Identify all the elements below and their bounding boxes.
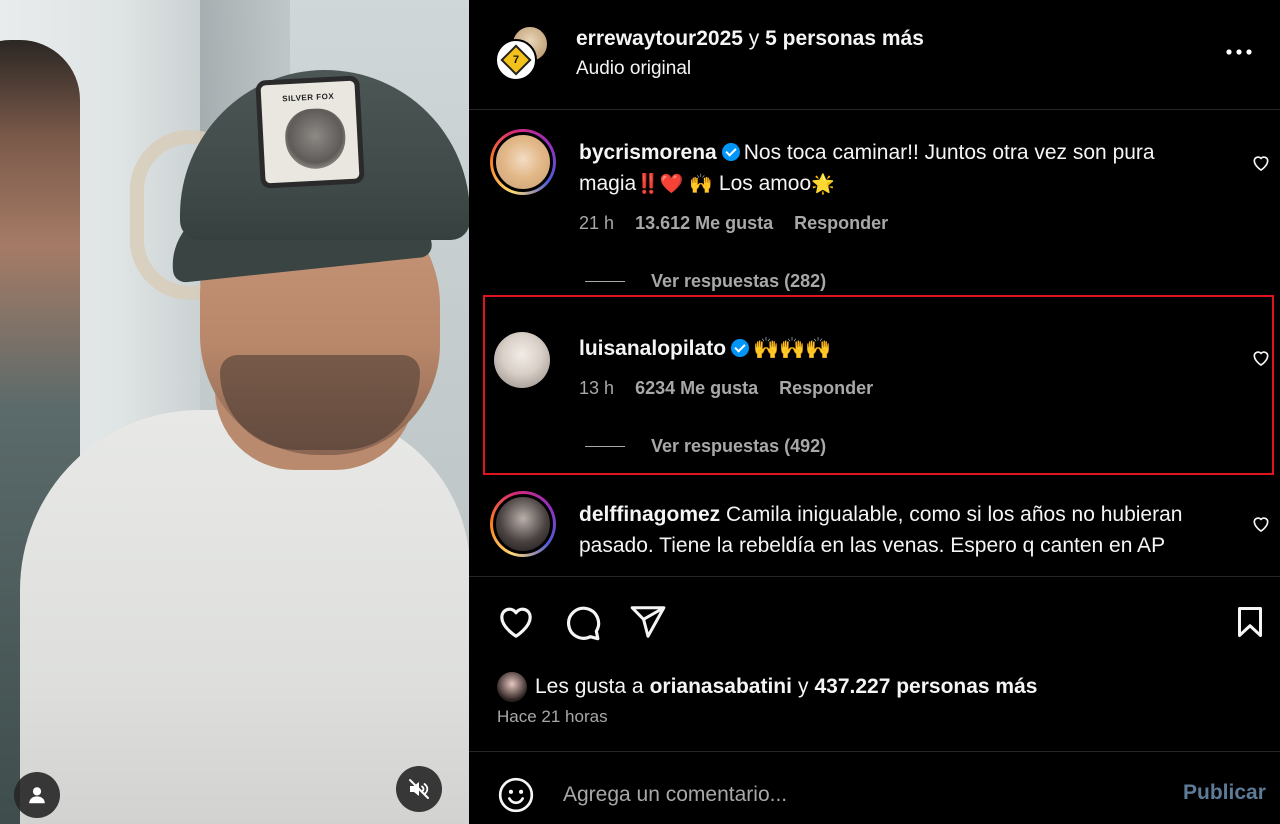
comment-item: bycrismorena Nos toca caminar!! Juntos ot…: [469, 111, 1280, 296]
comment-body: bycrismorena Nos toca caminar!! Juntos ot…: [579, 137, 1219, 200]
comment-button[interactable]: [561, 601, 603, 643]
tagged-users-button[interactable]: [14, 772, 60, 818]
comment-avatar[interactable]: [490, 129, 556, 195]
heart-icon: [1253, 156, 1269, 171]
user-icon: [29, 787, 45, 804]
comment-username[interactable]: delffinagomez: [579, 503, 720, 526]
heart-icon: [500, 607, 532, 638]
heart-icon: [1253, 517, 1269, 532]
likes-conjunction: y: [797, 675, 809, 698]
comment-avatar[interactable]: [490, 491, 556, 557]
post-time[interactable]: Hace 21 horas: [497, 707, 608, 727]
post-authors[interactable]: errewaytour2025 y 5 personas más: [576, 27, 924, 51]
comment-like-button[interactable]: [1249, 512, 1273, 536]
bookmark-icon: [1238, 607, 1262, 637]
comment-composer: Publicar: [469, 753, 1280, 824]
likes-prefix: Les gusta a: [535, 675, 644, 698]
send-icon: [630, 606, 666, 638]
replies-divider: [585, 281, 625, 282]
liker-avatar[interactable]: [497, 672, 527, 702]
post-actions: Les gusta a orianasabatini y 437.227 per…: [469, 576, 1280, 752]
comment-time[interactable]: 21 h: [579, 213, 614, 233]
share-button[interactable]: [627, 601, 669, 643]
comment-input[interactable]: [563, 775, 1123, 815]
comment-body: delffinagomez Camila inigualable, como s…: [579, 499, 1219, 561]
comment-likes[interactable]: 13.612 Me gusta: [635, 213, 773, 233]
cap-patch: SILVER FOX: [255, 75, 365, 189]
verified-badge-icon: [721, 143, 740, 161]
view-replies-button[interactable]: Ver respuestas (282): [585, 271, 826, 292]
likes-summary[interactable]: Les gusta a orianasabatini y 437.227 per…: [497, 672, 1043, 702]
comments-list[interactable]: bycrismorena Nos toca caminar!! Juntos ot…: [469, 111, 1280, 575]
post-media[interactable]: SILVER FOX: [0, 0, 469, 824]
road-sign-icon: 7: [500, 44, 532, 76]
comment-icon: [567, 606, 601, 641]
view-replies-label: Ver respuestas (282): [651, 271, 827, 291]
reply-button[interactable]: Responder: [794, 213, 888, 233]
highlight-box: [483, 295, 1274, 475]
post-panel: 7 errewaytour2025 y 5 personas más Audio…: [469, 0, 1280, 824]
post-header: 7 errewaytour2025 y 5 personas más Audio…: [469, 0, 1280, 110]
audio-link[interactable]: Audio original: [576, 58, 691, 80]
others-count[interactable]: 5 personas más: [765, 27, 924, 50]
emoji-icon: [498, 777, 534, 813]
fox-logo: [283, 107, 347, 171]
author-avatar[interactable]: 7: [495, 39, 537, 81]
liker-username[interactable]: orianasabatini: [650, 675, 792, 699]
emoji-button[interactable]: [496, 775, 536, 815]
comment-username[interactable]: bycrismorena: [579, 141, 717, 164]
comment-like-button[interactable]: [1249, 151, 1273, 175]
author-username[interactable]: errewaytour2025: [576, 27, 743, 50]
comment-item: delffinagomez Camila inigualable, como s…: [469, 476, 1280, 575]
authors-conjunction: y: [748, 27, 760, 50]
likes-count[interactable]: 437.227 personas más: [814, 675, 1037, 699]
like-button[interactable]: [495, 601, 537, 643]
publish-button[interactable]: Publicar: [1183, 781, 1266, 805]
more-horizontal-icon: [1226, 49, 1252, 55]
mute-button[interactable]: [396, 766, 442, 812]
person-shirt: [20, 410, 469, 824]
cap-patch-text: SILVER FOX: [282, 91, 335, 104]
speaker-muted-icon: [409, 779, 429, 799]
more-options-button[interactable]: [1219, 37, 1259, 67]
comment-meta: 21 h 13.612 Me gusta Responder: [579, 213, 904, 234]
save-button[interactable]: [1229, 601, 1271, 643]
